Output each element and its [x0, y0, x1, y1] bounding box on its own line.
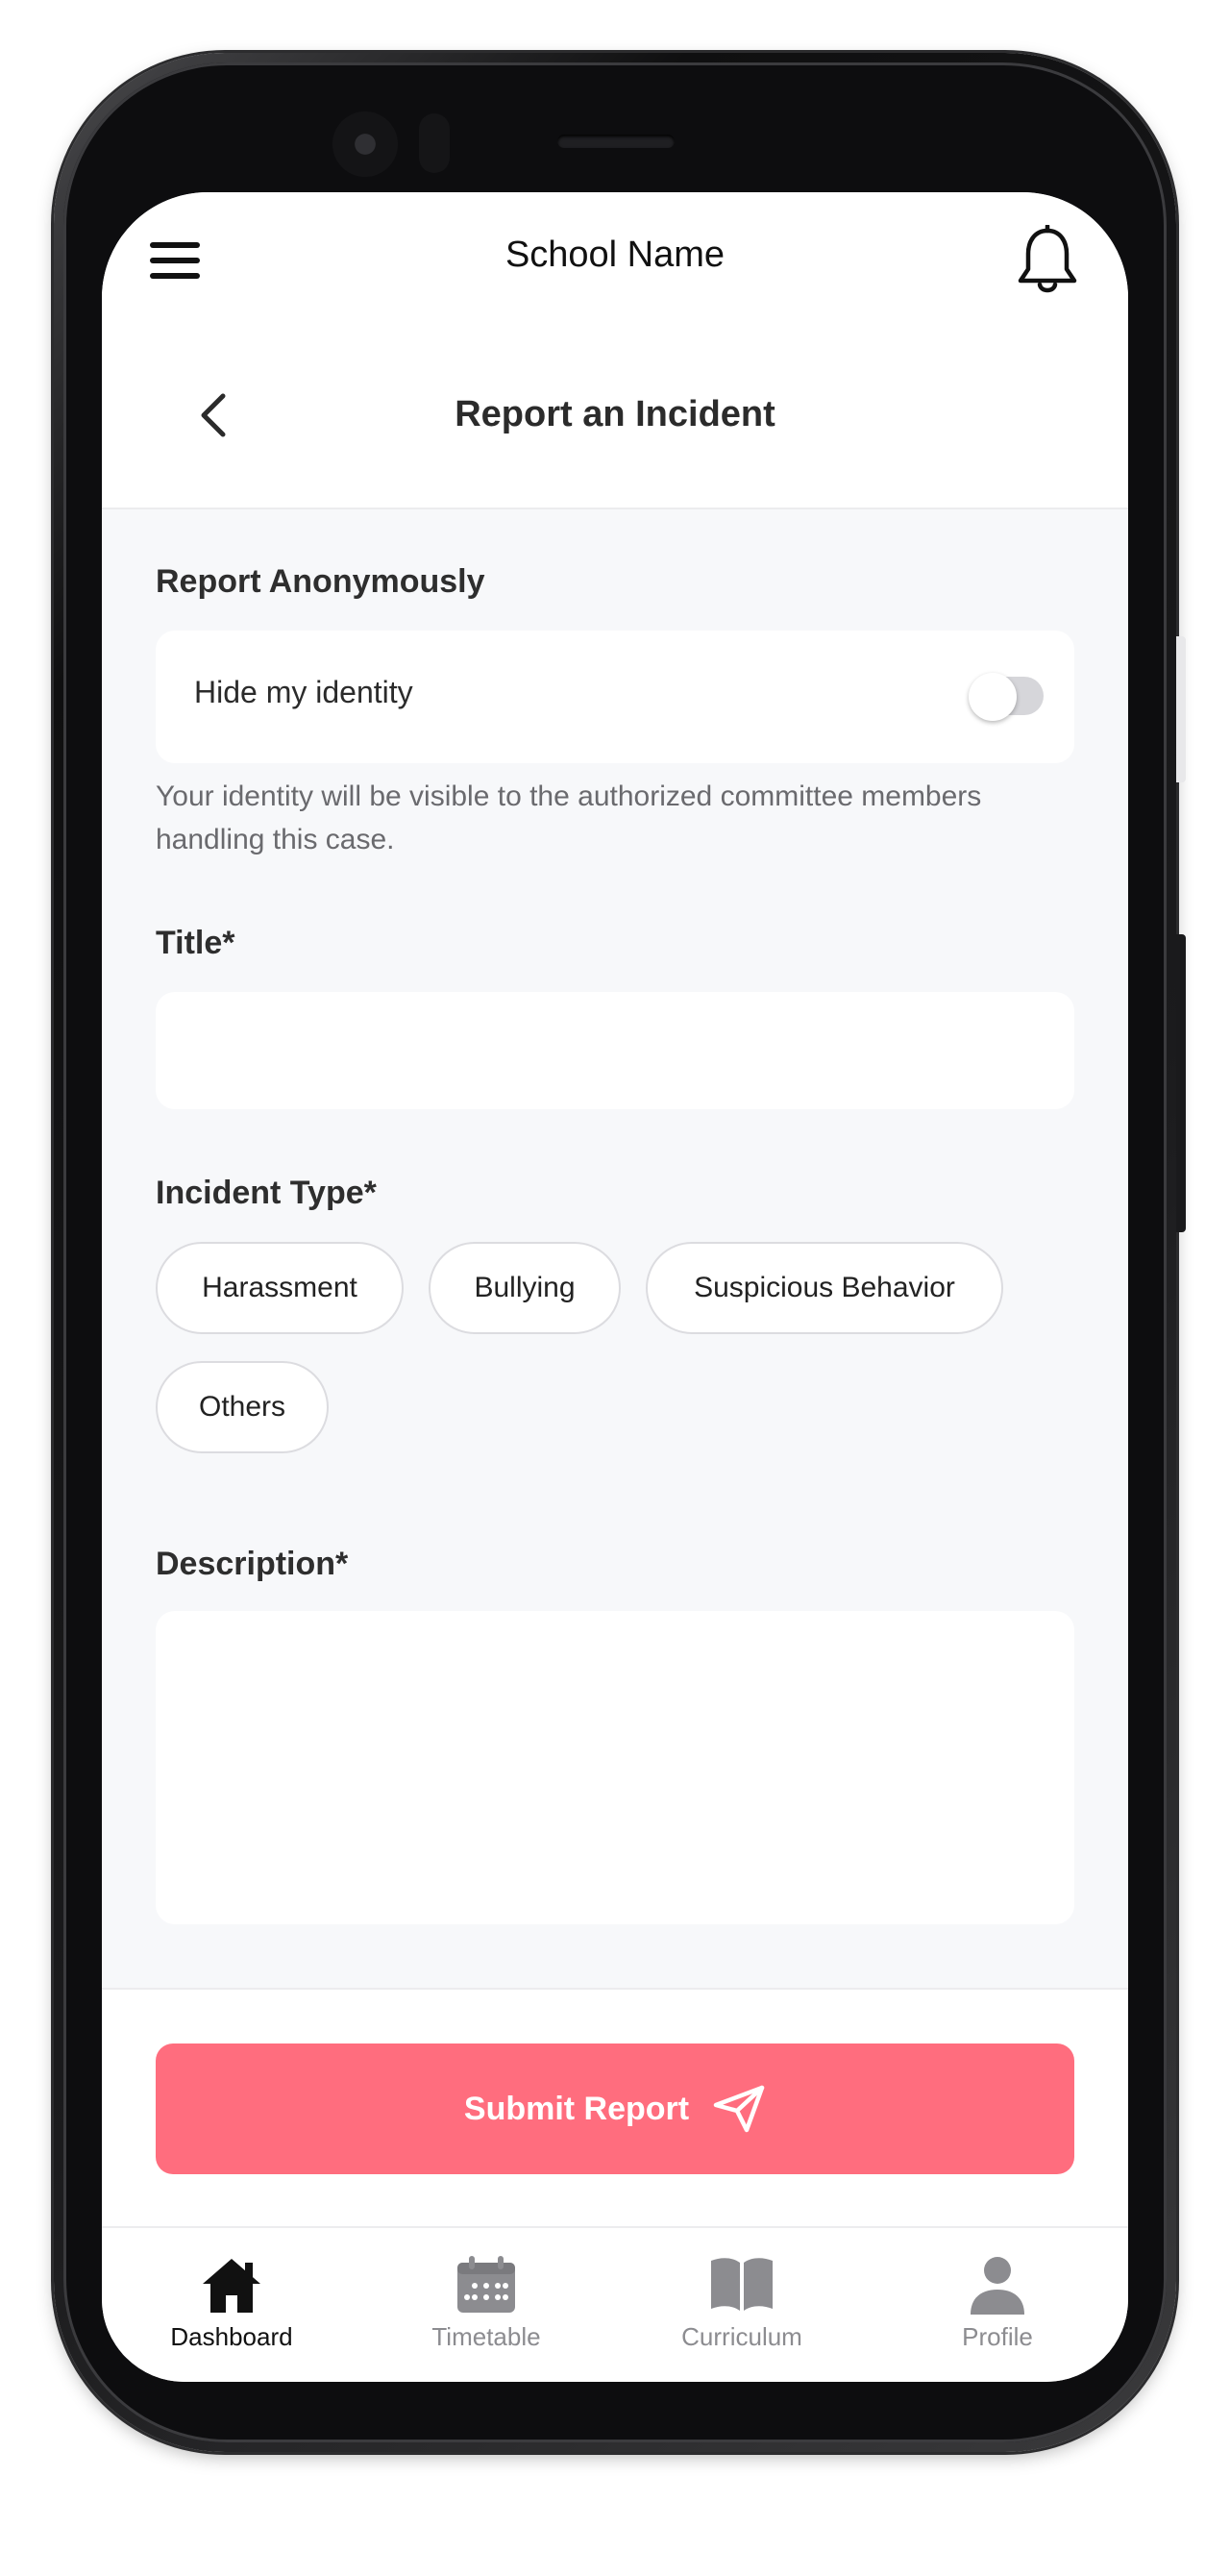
- nav-label-profile: Profile: [962, 2322, 1033, 2351]
- submit-report-button[interactable]: Submit Report: [156, 2043, 1074, 2174]
- side-button-volume: [1176, 934, 1186, 1232]
- side-button-power: [1176, 636, 1186, 782]
- page-title: Report an Incident: [455, 394, 775, 434]
- send-icon: [713, 2085, 765, 2133]
- school-name: School Name: [504, 235, 726, 275]
- app-screen: School Name Report an Incident Report An…: [102, 192, 1128, 2382]
- user-icon: [971, 2257, 1024, 2315]
- description-textarea[interactable]: [156, 1611, 1074, 1924]
- chip-suspicious-behavior[interactable]: Suspicious Behavior: [646, 1242, 1003, 1334]
- book-icon: [711, 2258, 773, 2311]
- title-label: Title*: [156, 925, 235, 961]
- nav-label-dashboard: Dashboard: [170, 2322, 293, 2351]
- nav-item-timetable[interactable]: Timetable: [390, 2255, 582, 2370]
- toggle-label: Hide my identity: [194, 675, 413, 709]
- front-camera: [332, 111, 398, 177]
- nav-item-profile[interactable]: Profile: [901, 2255, 1094, 2370]
- nav-item-dashboard[interactable]: Dashboard: [135, 2255, 328, 2370]
- bottom-navigation: Dashboard Timetable Curriculum Profile: [102, 2226, 1128, 2382]
- chip-bullying[interactable]: Bullying: [429, 1242, 621, 1334]
- description-label: Description*: [156, 1546, 349, 1582]
- nav-item-curriculum[interactable]: Curriculum: [646, 2255, 838, 2370]
- anonymous-section-label: Report Anonymously: [156, 563, 485, 600]
- incident-type-label: Incident Type*: [156, 1175, 377, 1211]
- home-icon: [203, 2259, 260, 2313]
- nav-label-timetable: Timetable: [431, 2322, 541, 2351]
- anonymous-toggle-card: Hide my identity: [156, 631, 1074, 763]
- identity-helper-text: Your identity will be visible to the aut…: [156, 780, 982, 855]
- submit-label: Submit Report: [463, 2090, 690, 2127]
- chip-harassment[interactable]: Harassment: [156, 1242, 404, 1334]
- nav-label-curriculum: Curriculum: [681, 2322, 802, 2351]
- calendar-icon: [457, 2256, 515, 2313]
- chip-others[interactable]: Others: [156, 1361, 329, 1453]
- title-input[interactable]: [156, 992, 1074, 1109]
- proximity-sensor: [419, 113, 450, 173]
- bell-icon[interactable]: [1017, 223, 1078, 296]
- app-bar: School Name Report an Incident: [102, 192, 1128, 509]
- earpiece-speaker: [557, 135, 675, 148]
- toggle-knob: [969, 673, 1017, 721]
- hide-identity-toggle[interactable]: [969, 673, 1044, 721]
- submit-area: Submit Report: [102, 1988, 1128, 2226]
